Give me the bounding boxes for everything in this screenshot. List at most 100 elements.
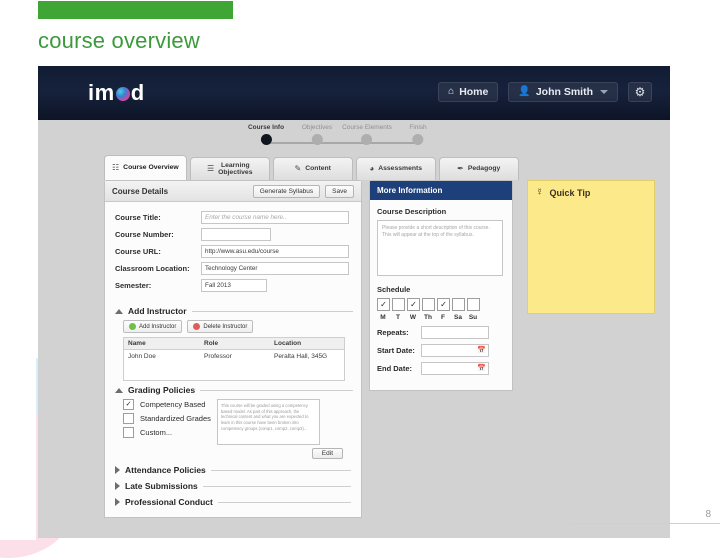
table-row[interactable]: John Doe Professor Peralta Hall, 345G: [124, 350, 345, 364]
add-instructor-button[interactable]: Add Instructor: [123, 320, 183, 333]
edit-icon: ✎: [294, 163, 302, 173]
accordion-label: Late Submissions: [125, 481, 198, 491]
course-number-input[interactable]: [201, 228, 271, 241]
end-date-input[interactable]: 📅: [421, 362, 489, 375]
checkbox-checked[interactable]: ✓: [377, 298, 390, 311]
semester-input[interactable]: Fall 2013: [201, 279, 267, 292]
wizard-step-finish[interactable]: Finish: [409, 124, 427, 145]
accordion-late-submissions[interactable]: Late Submissions: [105, 481, 361, 491]
tab-bar: ☷ Course Overview ☰ Learning Objectives …: [38, 154, 670, 180]
grading-policies-header[interactable]: Grading Policies: [115, 385, 353, 395]
day-label: T: [396, 314, 400, 321]
tab-pedagogy[interactable]: ✒ Pedagogy: [438, 157, 519, 180]
more-information-title: More Information: [377, 186, 443, 195]
day-label: W: [409, 314, 417, 321]
field-course-number: Course Number:: [115, 228, 353, 241]
accordion-label: Professional Conduct: [125, 497, 213, 507]
edit-button[interactable]: Edit: [311, 448, 343, 459]
schedule-day-monday[interactable]: ✓ M: [377, 298, 390, 321]
grading-option-custom[interactable]: Custom...: [123, 427, 211, 438]
footer-divider: [570, 523, 720, 524]
tab-assessments[interactable]: ◕ Assessments: [355, 157, 436, 180]
wizard-step-label: Finish: [409, 124, 427, 131]
grading-policy-note[interactable]: This course will be graded using a compe…: [216, 399, 320, 445]
triangle-right-icon: [115, 482, 120, 490]
checkbox-unchecked[interactable]: [123, 413, 134, 424]
schedule-day-saturday[interactable]: Sa: [452, 298, 465, 321]
nav-user-menu[interactable]: 👤 John Smith: [508, 82, 618, 102]
tab-label: Course Overview: [123, 164, 179, 172]
grading-option-competency-based[interactable]: ✓ Competency Based: [123, 399, 211, 410]
more-information-header: More Information: [370, 181, 512, 200]
section-divider: [202, 485, 351, 487]
user-icon: 👤: [518, 86, 531, 97]
wizard-step-course-elements[interactable]: Course Elements: [342, 124, 392, 145]
schedule-day-tuesday[interactable]: T: [392, 298, 405, 321]
repeats-input[interactable]: [421, 326, 489, 339]
field-semester: Semester: Fall 2013: [115, 279, 353, 292]
schedule-day-thursday[interactable]: Th: [422, 298, 435, 321]
logo-text-before: im: [88, 80, 115, 105]
save-button[interactable]: Save: [325, 184, 354, 198]
schedule-day-wednesday[interactable]: ✓ W: [407, 298, 420, 321]
field-label: Course Number:: [115, 230, 174, 239]
quick-tip-header: ☿ Quick Tip: [536, 187, 646, 199]
nav-user-label: John Smith: [535, 86, 593, 98]
accordion-professional-conduct[interactable]: Professional Conduct: [105, 497, 361, 507]
more-information-panel: More Information Course Description Plea…: [369, 180, 513, 391]
add-icon: [129, 323, 136, 330]
wizard-step-course-info[interactable]: Course Info: [248, 124, 284, 145]
classroom-location-input[interactable]: Technology Center: [201, 262, 349, 275]
schedule-day-sunday[interactable]: Su: [467, 298, 480, 321]
checkbox-unchecked[interactable]: [467, 298, 480, 311]
nav-home-button[interactable]: ⌂ Home: [438, 82, 499, 102]
triangle-down-icon: [115, 387, 123, 393]
nav-settings-button[interactable]: ⚙: [628, 82, 652, 102]
course-title-input[interactable]: Enter the course name here..: [201, 211, 349, 224]
grading-policies-title: Grading Policies: [128, 385, 196, 395]
field-label: Course Title:: [115, 213, 161, 222]
tab-label: Pedagogy: [467, 165, 501, 173]
course-description-textarea[interactable]: Please provide a short description of th…: [377, 220, 503, 276]
quick-tip-panel: ☿ Quick Tip: [527, 180, 655, 314]
start-date-input[interactable]: 📅: [421, 344, 489, 357]
checkbox-checked[interactable]: ✓: [437, 298, 450, 311]
table-header-row: Name Role Location: [123, 337, 345, 350]
add-instructor-header[interactable]: Add Instructor: [115, 306, 353, 316]
schedule-day-friday[interactable]: ✓ F: [437, 298, 450, 321]
schedule-start-date-row: Start Date: 📅: [377, 344, 505, 357]
calendar-icon[interactable]: 📅: [477, 347, 486, 354]
wizard-step-label: Objectives: [301, 124, 333, 131]
triangle-right-icon: [115, 466, 120, 474]
checkbox-unchecked[interactable]: [123, 427, 134, 438]
delete-instructor-button[interactable]: Delete Instructor: [187, 320, 254, 333]
tab-learning-objectives[interactable]: ☰ Learning Objectives: [189, 157, 270, 180]
add-instructor-title: Add Instructor: [128, 306, 187, 316]
checkbox-checked[interactable]: ✓: [407, 298, 420, 311]
field-course-url: Course URL: http://www.asu.edu/course: [115, 245, 353, 258]
app-logo[interactable]: im d: [88, 80, 145, 106]
grading-option-standardized-grades[interactable]: Standardized Grades: [123, 413, 211, 424]
course-url-input[interactable]: http://www.asu.edu/course: [201, 245, 349, 258]
tab-content[interactable]: ✎ Content: [272, 157, 353, 180]
grading-policies-body: ✓ Competency Based Standardized Grades C…: [123, 399, 353, 445]
course-description-label: Course Description: [377, 207, 447, 216]
accordion-attendance-policies[interactable]: Attendance Policies: [105, 465, 361, 475]
checkbox-unchecked[interactable]: [422, 298, 435, 311]
wizard-step-objectives[interactable]: Objectives: [302, 124, 332, 145]
course-details-title: Course Details: [112, 186, 169, 196]
generate-syllabus-button[interactable]: Generate Syllabus: [252, 184, 321, 198]
triangle-down-icon: [115, 308, 123, 314]
calendar-icon[interactable]: 📅: [477, 365, 486, 372]
lightbulb-icon: ☿: [536, 187, 544, 198]
checkbox-unchecked[interactable]: [452, 298, 465, 311]
grading-policies-section: Grading Policies ✓ Competency Based Stan…: [105, 385, 361, 459]
section-divider: [217, 501, 351, 503]
checkbox-unchecked[interactable]: [392, 298, 405, 311]
nav-home-label: Home: [459, 86, 489, 98]
section-divider: [191, 310, 353, 312]
book-icon: ☷: [112, 162, 120, 172]
tab-label: Content: [305, 165, 331, 173]
tab-course-overview[interactable]: ☷ Course Overview: [104, 155, 187, 180]
checkbox-checked[interactable]: ✓: [123, 399, 134, 410]
